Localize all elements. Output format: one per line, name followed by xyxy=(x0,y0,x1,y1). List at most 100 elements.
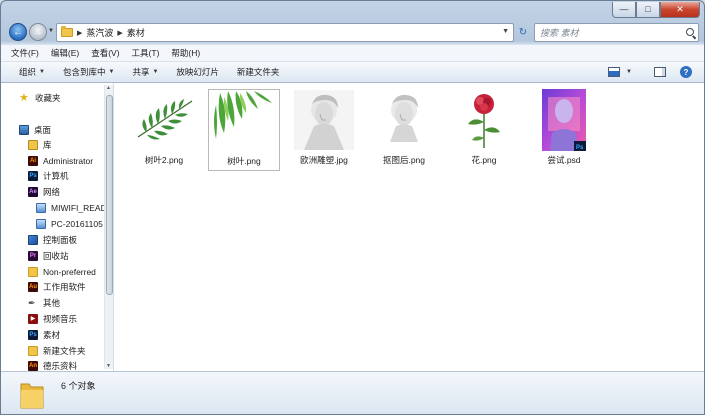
refresh-icon: ↻ xyxy=(518,27,528,38)
forward-button[interactable]: → xyxy=(29,23,47,41)
computer-icon: Ps xyxy=(28,170,38,181)
leaf-image-icon xyxy=(214,90,274,152)
nav-item-recycle-bin[interactable]: Pr 回收站 xyxy=(28,248,69,263)
nav-label: 计算机 xyxy=(43,170,69,181)
file-item[interactable]: 抠图后.png xyxy=(368,89,440,171)
nav-item-desktop[interactable]: 桌面 xyxy=(19,122,51,137)
menu-view[interactable]: 查看(V) xyxy=(91,47,119,59)
nav-item-control-panel[interactable]: 控制面板 xyxy=(28,232,77,247)
nav-scrollbar[interactable]: ▲ ▼ xyxy=(104,85,113,369)
nav-label: 德乐资料 xyxy=(43,360,78,371)
folder-icon xyxy=(61,26,73,37)
menu-file[interactable]: 文件(F) xyxy=(11,47,39,59)
back-button[interactable]: ← xyxy=(9,23,27,41)
psd-file-icon: Ps xyxy=(534,89,594,151)
search-icon[interactable] xyxy=(686,28,694,36)
slideshow-button[interactable]: 放映幻灯片 xyxy=(176,66,219,78)
nav-item-computer[interactable]: Ps 计算机 xyxy=(28,168,69,183)
media-icon: ▶ xyxy=(28,313,38,324)
refresh-button[interactable]: ↻ xyxy=(515,23,531,42)
include-label: 包含到库中 xyxy=(62,67,106,77)
recent-pages-dropdown[interactable]: ▼ xyxy=(48,28,54,34)
file-name: 尝试.psd xyxy=(547,155,581,165)
nav-item-non-preferred[interactable]: Non-preferred xyxy=(28,264,96,279)
menu-edit[interactable]: 编辑(E) xyxy=(51,47,79,59)
file-item[interactable]: 花.png xyxy=(448,89,520,171)
organize-label: 组织 xyxy=(19,67,37,77)
star-icon: ★ xyxy=(19,91,29,104)
minimize-button[interactable]: — xyxy=(612,2,636,18)
window-controls: — □ ✕ xyxy=(612,2,700,18)
menu-bar: 文件(F) 编辑(E) 查看(V) 工具(T) 帮助(H) xyxy=(1,45,704,62)
nav-item-game-data[interactable]: An 德乐资料 xyxy=(28,358,77,371)
share-button[interactable]: 共享 ▼ xyxy=(132,66,158,78)
new-folder-button[interactable]: 新建文件夹 xyxy=(237,66,280,78)
file-item[interactable]: 欧洲雕塑.jpg xyxy=(288,89,360,171)
file-name: 欧洲雕塑.jpg xyxy=(300,155,348,165)
explorer-window: — □ ✕ ← → ▼ ▶ 蒸汽波 ▶ 素材 ▼ ↻ 搜索 素材 文件(F) 编… xyxy=(0,0,705,415)
leaf-image-icon xyxy=(134,89,194,151)
chevron-down-icon: ▼ xyxy=(152,69,159,75)
nav-item-favorites[interactable]: ★ 收藏夹 xyxy=(19,90,61,105)
chevron-down-icon: ▼ xyxy=(39,69,45,75)
navigation-pane: ★ 收藏夹 桌面 库 Ai Administrator Ps 计算机 Ae 网络 MIW… xyxy=(1,83,114,371)
menu-help[interactable]: 帮助(H) xyxy=(171,47,200,59)
pen-icon: ✒ xyxy=(28,297,36,308)
menu-tools[interactable]: 工具(T) xyxy=(132,47,160,59)
network-computer-icon xyxy=(36,218,46,229)
svg-text:Ps: Ps xyxy=(576,145,584,151)
app-icon: An xyxy=(28,360,38,371)
scroll-up-icon[interactable]: ▲ xyxy=(106,85,111,91)
change-view-icon[interactable] xyxy=(608,67,621,77)
breadcrumb-item[interactable]: 蒸汽波 xyxy=(86,26,113,39)
folder-icon xyxy=(28,266,38,277)
nav-label: MIWIFI_READ xyxy=(51,202,107,213)
nav-label: PC-20161105 xyxy=(51,218,103,229)
nav-item-new-folder[interactable]: 新建文件夹 xyxy=(28,343,86,358)
nav-item-library[interactable]: 库 xyxy=(28,137,52,152)
nav-item-network[interactable]: Ae 网络 xyxy=(28,184,60,199)
organize-button[interactable]: 组织 ▼ xyxy=(19,66,45,78)
file-item[interactable]: Ps 尝试.psd xyxy=(528,89,600,171)
nav-item-miwifi[interactable]: MIWIFI_READ xyxy=(36,200,107,215)
nav-label: Administrator xyxy=(43,155,94,166)
chevron-down-icon: ▼ xyxy=(108,69,115,75)
chevron-right-icon[interactable]: ▶ xyxy=(77,29,82,37)
preview-pane-icon[interactable] xyxy=(654,67,666,77)
nav-item-video-music[interactable]: ▶ 视频音乐 xyxy=(28,311,77,326)
file-item[interactable]: 树叶2.png xyxy=(128,89,200,171)
title-bar: — □ ✕ ← → ▼ ▶ 蒸汽波 ▶ 素材 ▼ ↻ 搜索 素材 xyxy=(1,1,704,45)
file-name: 树叶.png xyxy=(227,156,261,166)
help-icon[interactable]: ? xyxy=(680,66,692,78)
close-button[interactable]: ✕ xyxy=(660,2,700,18)
nav-item-material[interactable]: Ps 素材 xyxy=(28,327,60,342)
nav-item-work-software[interactable]: Au 工作用软件 xyxy=(28,279,86,294)
chevron-down-icon[interactable]: ▼ xyxy=(626,69,632,75)
nav-item-other[interactable]: ✒ 其他 xyxy=(28,295,60,310)
file-name: 花.png xyxy=(471,155,497,165)
folder-icon xyxy=(19,378,45,410)
network-icon: Ae xyxy=(28,186,38,197)
chevron-down-icon[interactable]: ▼ xyxy=(502,28,509,35)
user-folder-icon: Ai xyxy=(28,155,38,166)
arrow-left-icon: ← xyxy=(13,26,23,38)
details-pane: 6 个对象 xyxy=(1,371,704,414)
file-item-selected[interactable]: 树叶.png xyxy=(208,89,280,171)
statue-image-icon xyxy=(374,89,434,151)
address-bar[interactable]: ▶ 蒸汽波 ▶ 素材 ▼ xyxy=(56,23,514,42)
file-list: 树叶2.png 树叶.png 欧洲雕塑.jpg 抠图后.png 花.png Ps… xyxy=(114,83,704,371)
include-in-library-button[interactable]: 包含到库中 ▼ xyxy=(63,66,114,78)
file-name: 树叶2.png xyxy=(144,155,184,165)
scrollbar-thumb[interactable] xyxy=(106,95,113,295)
search-input[interactable]: 搜索 素材 xyxy=(534,23,699,42)
scroll-down-icon[interactable]: ▼ xyxy=(106,363,111,369)
view-controls: ▼ ? xyxy=(608,66,692,78)
maximize-button[interactable]: □ xyxy=(636,2,660,18)
nav-label: 收藏夹 xyxy=(35,92,61,103)
nav-label: 其他 xyxy=(43,297,61,308)
chevron-right-icon[interactable]: ▶ xyxy=(117,29,122,37)
breadcrumb-item[interactable]: 素材 xyxy=(127,26,145,39)
folder-icon: Ps xyxy=(28,329,38,340)
nav-item-administrator[interactable]: Ai Administrator xyxy=(28,153,93,168)
nav-item-pc[interactable]: PC-20161105 xyxy=(36,216,103,231)
